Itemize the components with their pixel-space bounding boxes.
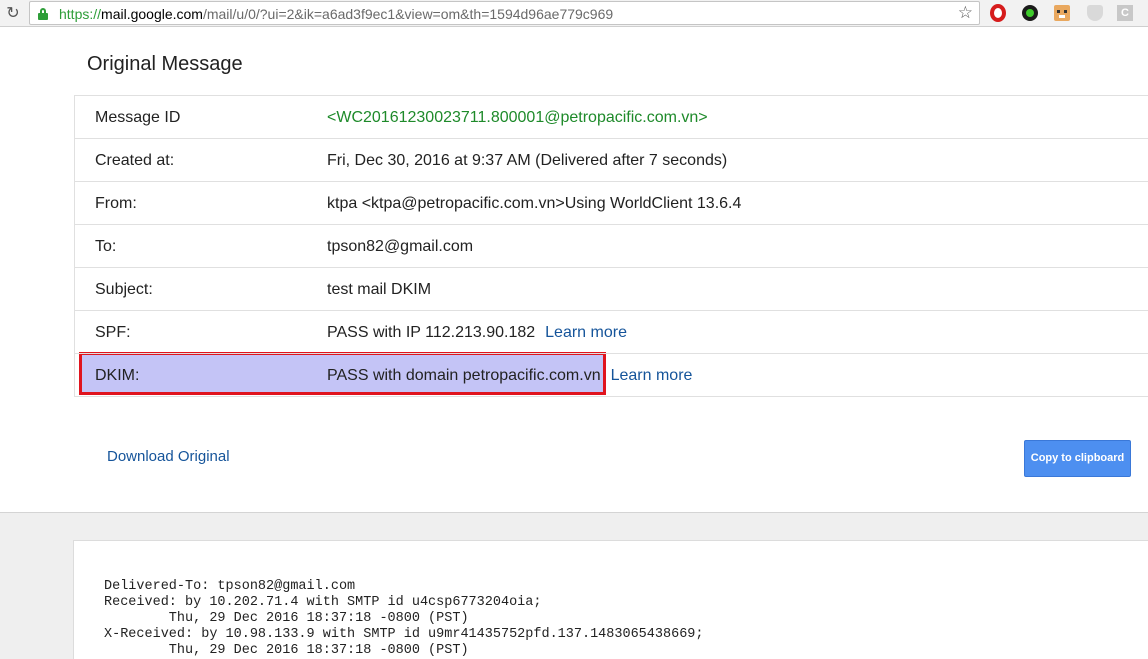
- reload-icon[interactable]: ↻: [3, 3, 23, 23]
- dkim-value: PASS with domain petropacific.com.vn: [327, 367, 601, 384]
- table-row-to: To: tpson82@gmail.com: [75, 225, 1148, 268]
- url-path: /mail/u/0/?ui=2&ik=a6ad3f9ec1&view=om&th…: [202, 6, 614, 22]
- dkim-learn-more-link[interactable]: Learn more: [611, 367, 693, 384]
- message-info-table: Message ID <WC20161230023711.800001@petr…: [74, 95, 1148, 397]
- table-row-message-id: Message ID <WC20161230023711.800001@petr…: [75, 96, 1148, 139]
- url-host: mail.google.com: [101, 6, 203, 22]
- raw-line: Delivered-To: tpson82@gmail.com: [104, 579, 356, 594]
- row-value: Fri, Dec 30, 2016 at 9:37 AM (Delivered …: [327, 152, 728, 169]
- row-value: PASS with IP 112.213.90.182 Learn more: [327, 323, 627, 343]
- table-row-subject: Subject: test mail DKIM: [75, 268, 1148, 311]
- copy-to-clipboard-button[interactable]: Copy to clipboard: [1024, 440, 1131, 477]
- url-scheme: https://: [59, 6, 102, 22]
- table-row-from: From: ktpa <ktpa@petropacific.com.vn>Usi…: [75, 182, 1148, 225]
- shield-icon[interactable]: [1087, 5, 1103, 21]
- raw-line: X-Received: by 10.98.133.9 with SMTP id …: [104, 627, 704, 642]
- row-key: Message ID: [95, 109, 181, 126]
- row-value: test mail DKIM: [327, 281, 432, 298]
- spf-value: PASS with IP 112.213.90.182: [327, 324, 536, 341]
- spf-learn-more-link[interactable]: Learn more: [545, 324, 627, 341]
- page-title: Original Message: [87, 53, 243, 75]
- raw-line: Thu, 29 Dec 2016 18:37:18 -0800 (PST): [104, 611, 469, 626]
- row-key: From:: [95, 195, 137, 212]
- opera-icon[interactable]: [990, 4, 1006, 22]
- row-value: tpson82@gmail.com: [327, 238, 474, 255]
- row-key: SPF:: [95, 324, 131, 341]
- raw-source-text: Delivered-To: tpson82@gmail.com Received…: [104, 579, 704, 659]
- green-dot-icon[interactable]: [1022, 5, 1038, 21]
- url-text[interactable]: https://mail.google.com/mail/u/0/?ui=2&i…: [59, 5, 613, 23]
- c-icon[interactable]: C: [1117, 5, 1133, 21]
- browser-toolbar: ↻ https://mail.google.com/mail/u/0/?ui=2…: [0, 0, 1148, 27]
- lock-icon: [38, 8, 48, 20]
- raw-line: Received: by 10.202.71.4 with SMTP id u4…: [104, 595, 542, 610]
- table-row-spf: SPF: PASS with IP 112.213.90.182 Learn mo…: [75, 311, 1148, 354]
- row-key: To:: [95, 238, 117, 255]
- table-row-dkim: DKIM: PASS with domain petropacific.com.…: [75, 354, 1148, 397]
- row-value: ktpa <ktpa@petropacific.com.vn>Using Wor…: [327, 195, 742, 212]
- row-value: <WC20161230023711.800001@petropacific.co…: [327, 109, 708, 126]
- table-row-created-at: Created at: Fri, Dec 30, 2016 at 9:37 AM…: [75, 139, 1148, 182]
- download-original-link[interactable]: Download Original: [107, 448, 230, 466]
- raw-line: Thu, 29 Dec 2016 18:37:18 -0800 (PST): [104, 643, 469, 658]
- face-icon[interactable]: [1054, 5, 1070, 21]
- bookmark-star-icon[interactable]: ☆: [958, 3, 973, 23]
- row-value: PASS with domain petropacific.com.vn Lear…: [327, 366, 692, 386]
- row-key: DKIM:: [95, 367, 140, 384]
- row-key: Subject:: [95, 281, 153, 298]
- address-bar[interactable]: https://mail.google.com/mail/u/0/?ui=2&i…: [29, 1, 980, 25]
- row-key: Created at:: [95, 152, 175, 169]
